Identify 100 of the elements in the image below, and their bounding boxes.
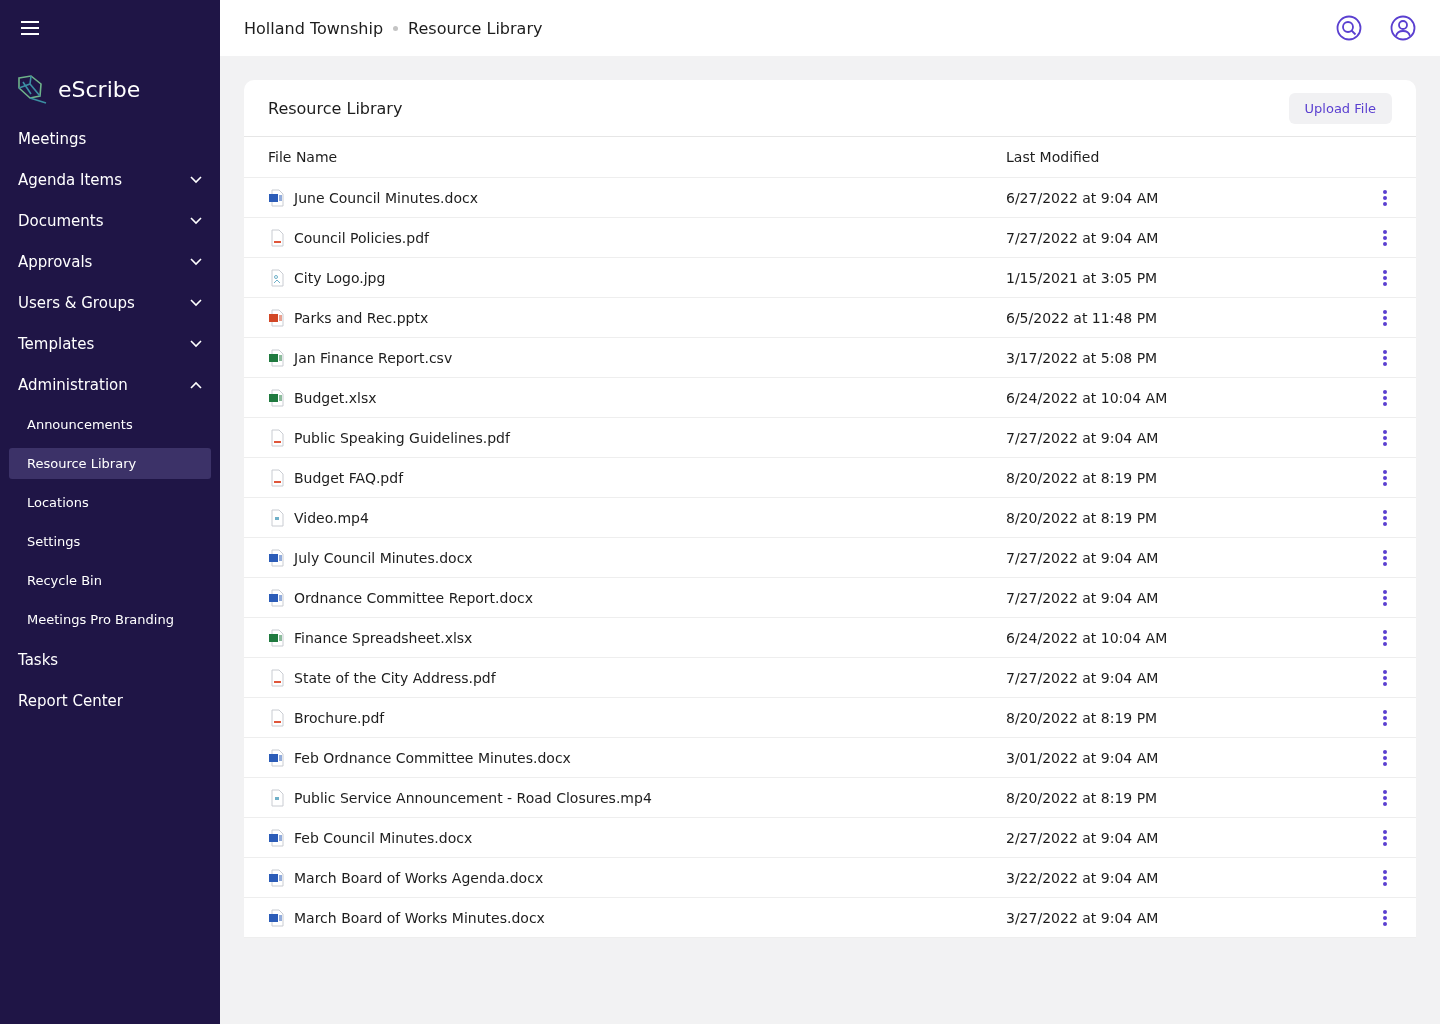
file-name: Ordnance Committee Report.docx xyxy=(294,589,533,606)
pdf-file-icon xyxy=(268,428,286,447)
nav-item[interactable]: Users & Groups xyxy=(0,282,220,323)
chevron-down-icon xyxy=(190,257,202,266)
spreadsheet-file-icon xyxy=(268,348,286,367)
upload-file-button[interactable]: Upload File xyxy=(1288,92,1392,124)
spreadsheet-file-icon xyxy=(268,388,286,407)
pdf-file-icon xyxy=(268,668,286,687)
modified-date: 3/22/2022 at 9:04 AM xyxy=(1006,869,1160,886)
modified-date: 7/27/2022 at 9:04 AM xyxy=(1006,549,1160,566)
word-document-icon xyxy=(268,828,286,847)
nav-item[interactable]: Documents xyxy=(0,200,220,241)
more-options-icon[interactable] xyxy=(1382,668,1388,687)
more-options-icon[interactable] xyxy=(1382,708,1388,727)
search-icon[interactable] xyxy=(1336,15,1362,41)
more-options-icon[interactable] xyxy=(1382,268,1388,287)
file-name: July Council Minutes.docx xyxy=(294,549,473,566)
breadcrumb-link[interactable]: Resource Library xyxy=(408,18,543,38)
spreadsheet-file-icon xyxy=(268,628,286,647)
word-document-icon xyxy=(268,188,286,207)
modified-date: 8/20/2022 at 8:19 PM xyxy=(1006,789,1159,806)
chevron-down-icon xyxy=(190,339,202,348)
file-name: Parks and Rec.pptx xyxy=(294,309,429,326)
brand-name: eScribe xyxy=(58,76,141,102)
breadcrumb-link[interactable]: Holland Township xyxy=(244,18,384,38)
word-document-icon xyxy=(268,868,286,887)
more-options-icon[interactable] xyxy=(1382,628,1388,647)
file-name: Council Policies.pdf xyxy=(294,229,429,246)
nav-item[interactable]: Report Center xyxy=(0,680,220,721)
nav-item[interactable]: Locations xyxy=(9,487,211,518)
pdf-file-icon xyxy=(268,468,286,487)
file-name: Feb Council Minutes.docx xyxy=(294,829,473,846)
user-account-icon[interactable] xyxy=(1390,15,1416,41)
presentation-file-icon xyxy=(268,308,286,327)
nav-item[interactable]: Settings xyxy=(9,526,211,557)
chevron-down-icon xyxy=(190,298,202,307)
modified-date: 6/24/2022 at 10:04 AM xyxy=(1006,629,1169,646)
chevron-down-icon xyxy=(190,216,202,225)
nav-item[interactable]: Agenda Items xyxy=(0,159,220,200)
nav-item[interactable]: Announcements xyxy=(9,409,211,440)
file-name: Finance Spreadsheet.xlsx xyxy=(294,629,473,646)
file-name: Public Speaking Guidelines.pdf xyxy=(294,429,510,446)
nav-item[interactable]: Meetings Pro Branding xyxy=(9,604,211,635)
nav-item[interactable]: Approvals xyxy=(0,241,220,282)
modified-date: 8/20/2022 at 8:19 PM xyxy=(1006,709,1159,726)
file-name: Budget.xlsx xyxy=(294,389,377,406)
file-name: March Board of Works Agenda.docx xyxy=(294,869,544,886)
more-options-icon[interactable] xyxy=(1382,388,1388,407)
menu-icon[interactable] xyxy=(20,18,40,38)
modified-date: 2/27/2022 at 9:04 AM xyxy=(1006,829,1160,846)
nav-item[interactable]: Meetings xyxy=(0,118,220,159)
video-file-icon xyxy=(268,788,286,807)
card-title: Resource Library xyxy=(268,98,403,118)
column-header: Last Modified xyxy=(1006,149,1101,165)
more-options-icon[interactable] xyxy=(1382,228,1388,247)
nav-item[interactable]: Templates xyxy=(0,323,220,364)
more-options-icon[interactable] xyxy=(1382,788,1388,807)
modified-date: 1/15/2021 at 3:05 PM xyxy=(1006,269,1159,286)
leaf-logo-icon xyxy=(16,74,48,104)
more-options-icon[interactable] xyxy=(1382,548,1388,567)
pdf-file-icon xyxy=(268,708,286,727)
modified-date: 7/27/2022 at 9:04 AM xyxy=(1006,589,1160,606)
modified-date: 8/20/2022 at 8:19 PM xyxy=(1006,469,1159,486)
more-options-icon[interactable] xyxy=(1382,348,1388,367)
modified-date: 3/17/2022 at 5:08 PM xyxy=(1006,349,1159,366)
word-document-icon xyxy=(268,548,286,567)
nav-item[interactable]: Tasks xyxy=(0,639,220,680)
file-name: Jan Finance Report.csv xyxy=(294,349,453,366)
more-options-icon[interactable] xyxy=(1382,468,1388,487)
more-options-icon[interactable] xyxy=(1382,828,1388,847)
file-name: Brochure.pdf xyxy=(294,709,385,726)
modified-date: 6/24/2022 at 10:04 AM xyxy=(1006,389,1169,406)
modified-date: 3/27/2022 at 9:04 AM xyxy=(1006,909,1160,926)
more-options-icon[interactable] xyxy=(1382,308,1388,327)
pdf-file-icon xyxy=(268,228,286,247)
file-name: Public Service Announcement - Road Closures.mp4 xyxy=(294,789,652,806)
more-options-icon[interactable] xyxy=(1382,428,1388,447)
more-options-icon[interactable] xyxy=(1382,908,1388,927)
more-options-icon[interactable] xyxy=(1382,188,1388,207)
modified-date: 6/5/2022 at 11:48 PM xyxy=(1006,309,1159,326)
video-file-icon xyxy=(268,508,286,527)
modified-date: 7/27/2022 at 9:04 AM xyxy=(1006,229,1160,246)
breadcrumb-separator xyxy=(393,25,399,31)
more-options-icon[interactable] xyxy=(1382,508,1388,527)
file-name: March Board of Works Minutes.docx xyxy=(294,909,545,926)
chevron-up-icon xyxy=(190,380,202,389)
modified-date: 7/27/2022 at 9:04 AM xyxy=(1006,669,1160,686)
nav-item[interactable]: Resource Library xyxy=(9,448,211,479)
more-options-icon[interactable] xyxy=(1382,748,1388,767)
modified-date: 8/20/2022 at 8:19 PM xyxy=(1006,509,1159,526)
file-name: Feb Ordnance Committee Minutes.docx xyxy=(294,749,571,766)
nav-item[interactable]: Recycle Bin xyxy=(9,565,211,596)
chevron-down-icon xyxy=(190,175,202,184)
more-options-icon[interactable] xyxy=(1382,868,1388,887)
image-file-icon xyxy=(268,268,286,287)
nav-item[interactable]: Administration xyxy=(0,364,220,405)
word-document-icon xyxy=(268,748,286,767)
file-name: Budget FAQ.pdf xyxy=(294,469,404,486)
word-document-icon xyxy=(268,588,286,607)
more-options-icon[interactable] xyxy=(1382,588,1388,607)
